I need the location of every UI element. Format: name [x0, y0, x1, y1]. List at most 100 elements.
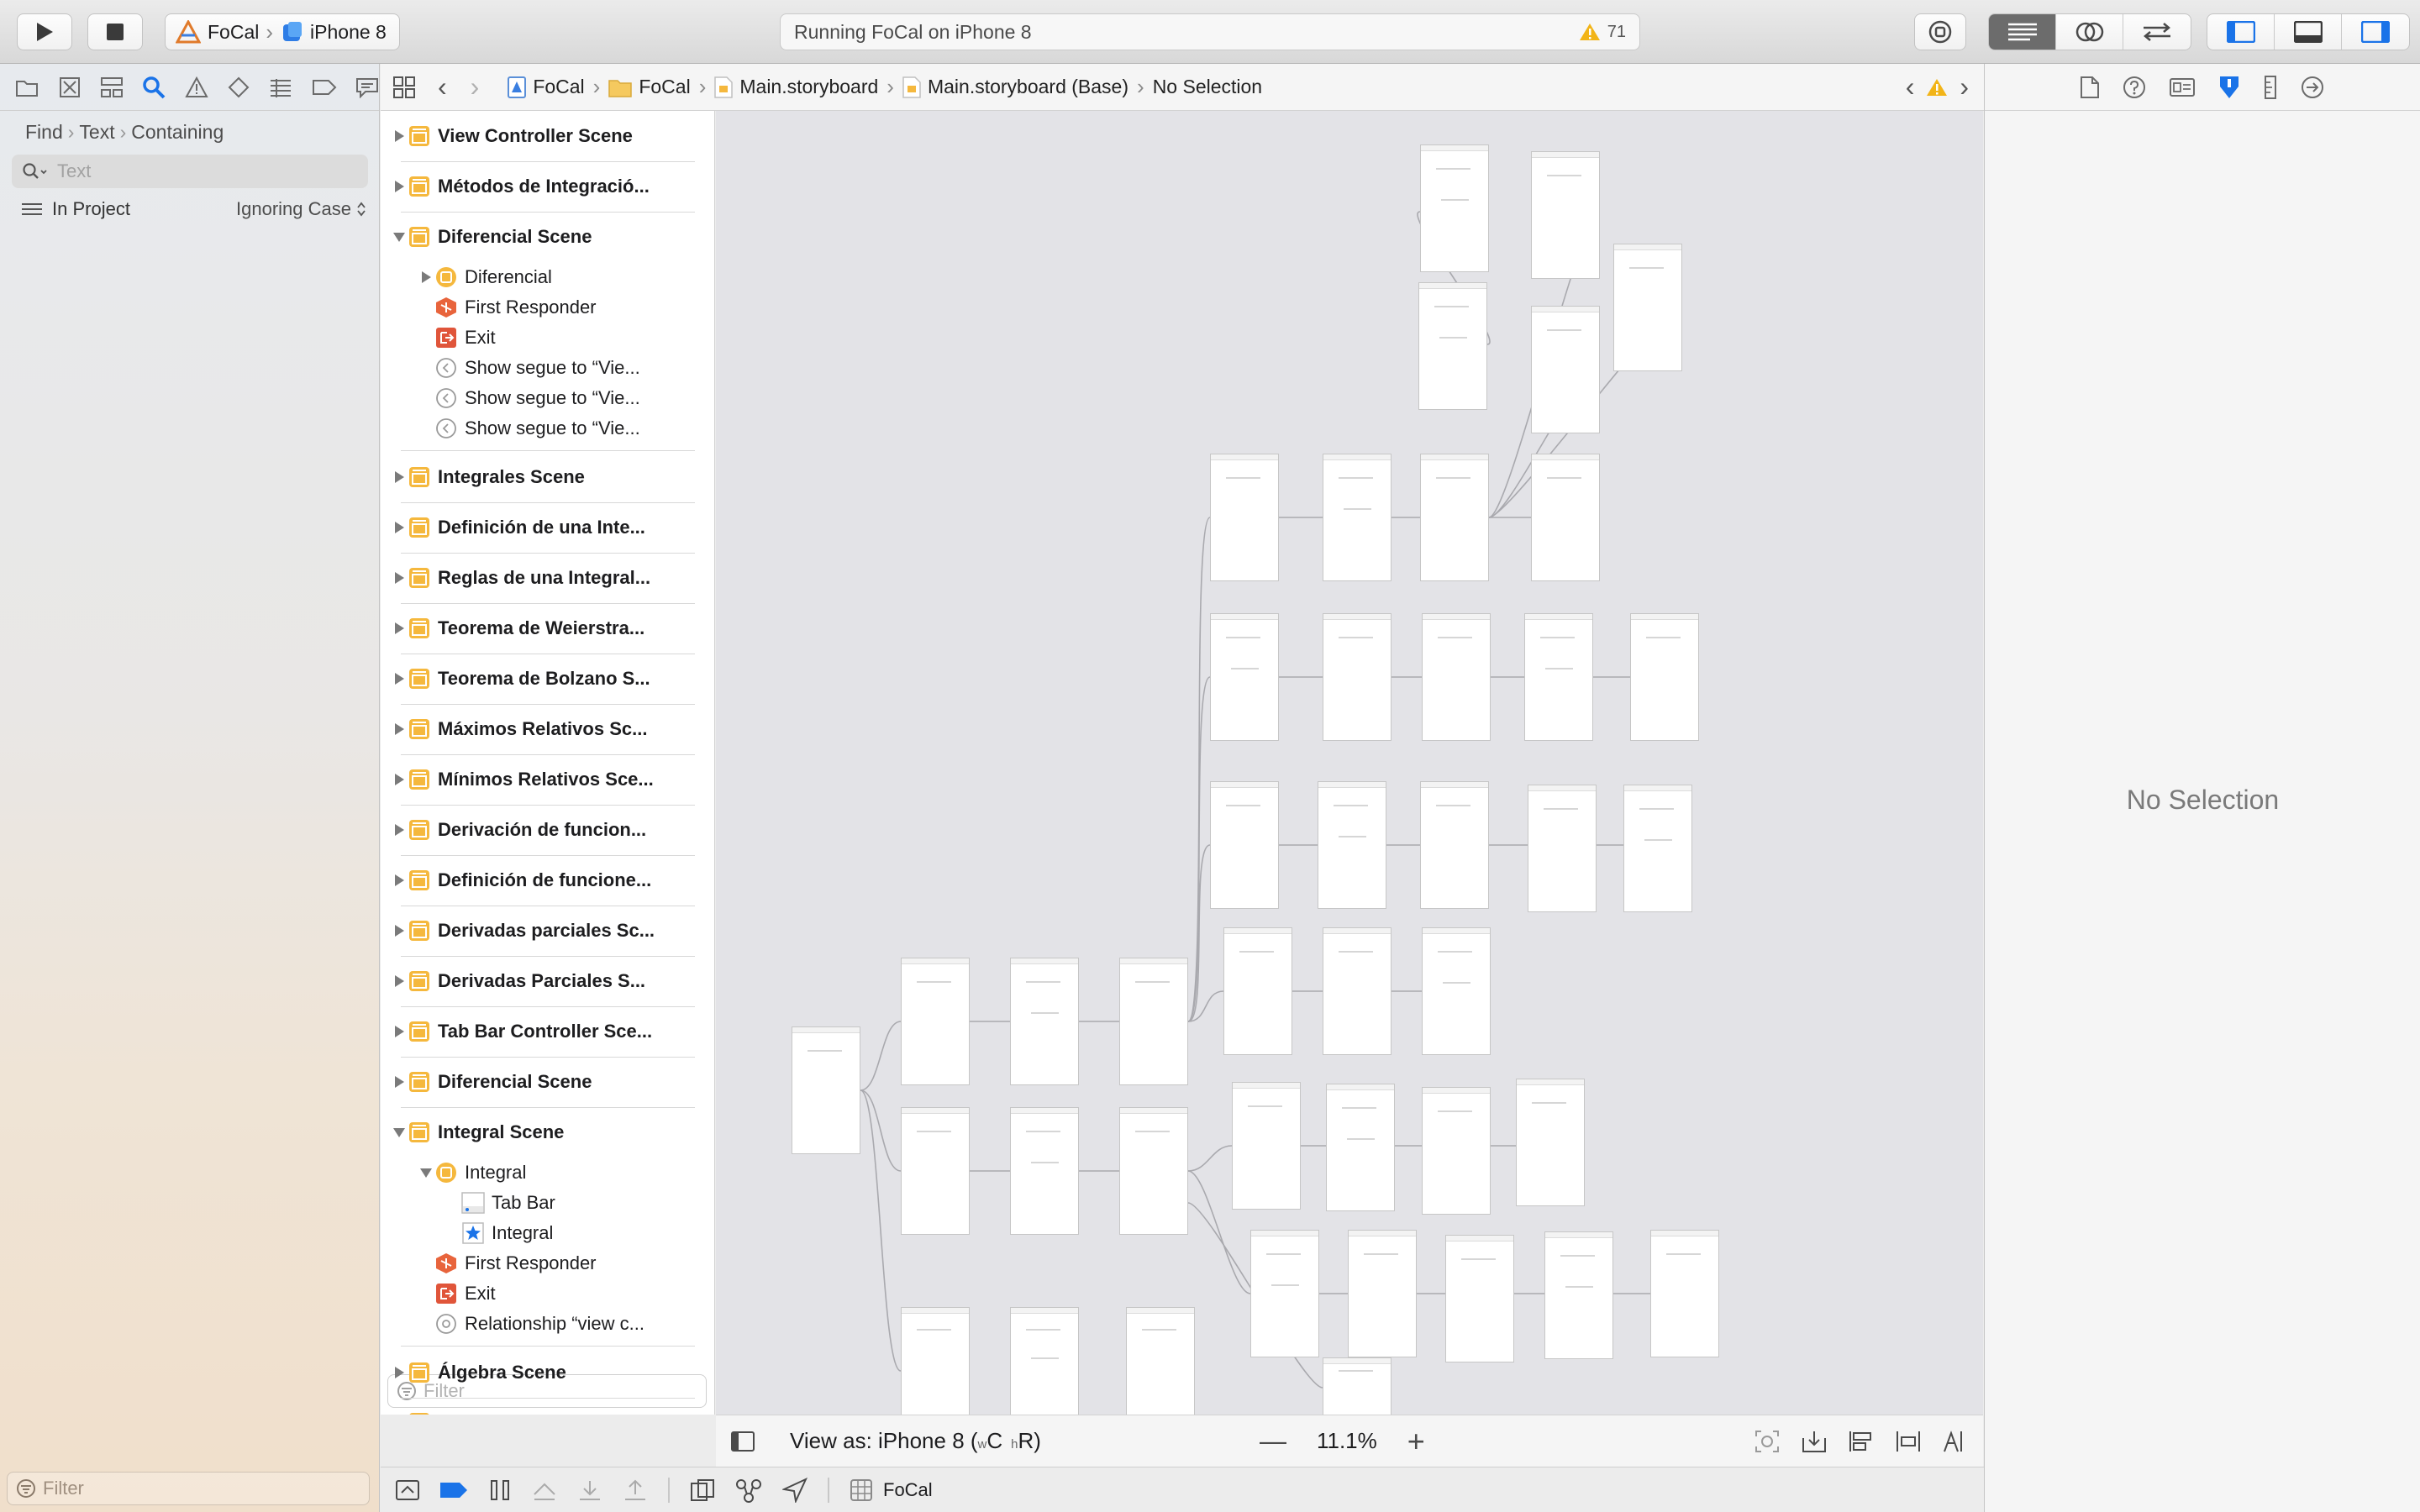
find-mode-path[interactable]: Find › Text › Containing: [25, 121, 224, 144]
disclosure-open-icon[interactable]: [391, 231, 408, 243]
disclosure-closed-icon[interactable]: [391, 924, 408, 937]
disclosure-open-icon[interactable]: [418, 1167, 434, 1179]
storyboard-scene[interactable]: [1630, 613, 1699, 741]
storyboard-scene[interactable]: [1210, 454, 1279, 581]
disclosure-open-icon[interactable]: [391, 1126, 408, 1138]
outline-scene-row[interactable]: Derivación de funcion...: [381, 815, 714, 845]
version-editor-button[interactable]: [2123, 14, 2191, 50]
location-icon[interactable]: [782, 1477, 808, 1503]
storyboard-scene[interactable]: [1318, 781, 1386, 909]
view-debugger-icon[interactable]: [690, 1478, 715, 1502]
disclosure-closed-icon[interactable]: [391, 1025, 408, 1038]
storyboard-scene[interactable]: [1348, 1230, 1417, 1357]
storyboard-scene[interactable]: [1010, 1307, 1079, 1415]
outline-scene-row[interactable]: Máximos Relativos Sc...: [381, 714, 714, 744]
outline-scene-row[interactable]: Definición de funcione...: [381, 865, 714, 895]
storyboard-scene[interactable]: [792, 1026, 860, 1154]
disclosure-closed-icon[interactable]: [391, 823, 408, 837]
breakpoints-toggle-icon[interactable]: [439, 1481, 468, 1499]
outline-scene-row[interactable]: Tab Bar Controller Sce...: [381, 1016, 714, 1047]
outline-scene-row[interactable]: Métodos de Integració...: [381, 171, 714, 202]
outline-scene-row[interactable]: Teorema de Bolzano S...: [381, 664, 714, 694]
disclosure-closed-icon[interactable]: [418, 270, 434, 284]
forward-button[interactable]: ›: [471, 71, 480, 102]
storyboard-scene[interactable]: [1422, 1087, 1491, 1215]
outline-item-row[interactable]: Exit: [381, 1278, 714, 1309]
outline-item-row[interactable]: Integral: [381, 1218, 714, 1248]
help-icon[interactable]: [2123, 76, 2146, 99]
storyboard-scene[interactable]: [1119, 1107, 1188, 1235]
storyboard-scene[interactable]: [1223, 927, 1292, 1055]
outline-item-row[interactable]: Exit: [381, 323, 714, 353]
storyboard-scene[interactable]: [1323, 927, 1392, 1055]
navigator-filter-input[interactable]: [43, 1478, 345, 1499]
zoom-out-button[interactable]: —: [1260, 1425, 1286, 1457]
storyboard-scene[interactable]: [1119, 958, 1188, 1085]
storyboard-scene[interactable]: [1323, 1357, 1392, 1415]
toggle-inspector-button[interactable]: [2342, 14, 2409, 50]
next-issue-button[interactable]: ›: [1960, 71, 1969, 102]
storyboard-scene[interactable]: [1010, 958, 1079, 1085]
source-control-navigator-tab[interactable]: [57, 74, 81, 101]
storyboard-scene[interactable]: [1623, 785, 1692, 912]
storyboard-scene[interactable]: [1445, 1235, 1514, 1362]
storyboard-scene[interactable]: [901, 1307, 970, 1415]
disclosure-closed-icon[interactable]: [391, 974, 408, 988]
outline-scene-row[interactable]: Reglas de una Integral...: [381, 563, 714, 593]
debug-navigator-tab[interactable]: [269, 74, 292, 101]
back-button[interactable]: ‹: [438, 71, 447, 102]
outline-scene-row[interactable]: Definición de una Inte...: [381, 512, 714, 543]
storyboard-scene[interactable]: [1650, 1230, 1719, 1357]
outline-item-row[interactable]: First Responder: [381, 1248, 714, 1278]
library-button[interactable]: [1914, 13, 1966, 50]
disclosure-closed-icon[interactable]: [391, 571, 408, 585]
disclosure-closed-icon[interactable]: [391, 1366, 408, 1379]
identity-inspector-icon[interactable]: [2170, 76, 2195, 98]
pause-icon[interactable]: [488, 1479, 512, 1501]
find-match[interactable]: Containing: [131, 121, 224, 144]
outline-item-row[interactable]: Relationship “view c...: [381, 1309, 714, 1339]
scheme-selector[interactable]: FoCal › iPhone 8: [165, 13, 400, 50]
disclosure-closed-icon[interactable]: [391, 1075, 408, 1089]
find-navigator-tab[interactable]: [142, 74, 166, 101]
storyboard-scene[interactable]: [901, 1107, 970, 1235]
find-kind[interactable]: Text: [79, 121, 114, 144]
navigator-filter-bar[interactable]: [7, 1472, 370, 1505]
outline-scene-row[interactable]: Álgebra Scene: [381, 1357, 714, 1388]
storyboard-scene[interactable]: [1524, 613, 1593, 741]
storyboard-scene[interactable]: [1420, 781, 1489, 909]
outline-item-row[interactable]: Tab Bar: [381, 1188, 714, 1218]
find-field[interactable]: [12, 155, 368, 188]
update-frames-icon[interactable]: [1754, 1430, 1780, 1453]
toggle-outline-icon[interactable]: [731, 1431, 755, 1452]
disclosure-closed-icon[interactable]: [391, 622, 408, 635]
storyboard-scene[interactable]: [1420, 144, 1489, 272]
storyboard-scene[interactable]: [1210, 613, 1279, 741]
project-navigator-tab[interactable]: [15, 74, 39, 101]
jump-group[interactable]: FoCal: [608, 76, 691, 98]
storyboard-scene[interactable]: [1420, 454, 1489, 581]
outline-scene-row[interactable]: Integral Scene: [381, 1117, 714, 1147]
storyboard-scene[interactable]: [1544, 1231, 1613, 1359]
storyboard-scene[interactable]: [1210, 781, 1279, 909]
find-scope[interactable]: In Project: [52, 198, 130, 220]
outline-scene-row[interactable]: Mínimos Relativos Sce...: [381, 764, 714, 795]
disclosure-closed-icon[interactable]: [391, 470, 408, 484]
outline-item-row[interactable]: First Responder: [381, 292, 714, 323]
memory-graph-icon[interactable]: [735, 1478, 762, 1503]
storyboard-scene[interactable]: [1323, 613, 1392, 741]
outline-scene-row[interactable]: Exponenciales Scene: [381, 1408, 714, 1415]
run-button[interactable]: [17, 13, 72, 50]
storyboard-scene[interactable]: [1126, 1307, 1195, 1415]
toggle-navigator-button[interactable]: [2207, 14, 2275, 50]
standard-editor-button[interactable]: [1989, 14, 2056, 50]
file-inspector-icon[interactable]: [2081, 76, 2099, 98]
step-over-icon[interactable]: [532, 1479, 557, 1501]
align-icon[interactable]: [1896, 1430, 1921, 1453]
step-into-icon[interactable]: [577, 1479, 602, 1501]
report-navigator-tab[interactable]: [355, 74, 379, 101]
outline-scene-row[interactable]: Diferencial Scene: [381, 222, 714, 252]
outline-scene-row[interactable]: Derivadas parciales Sc...: [381, 916, 714, 946]
disclosure-closed-icon[interactable]: [391, 129, 408, 143]
storyboard-scene[interactable]: [1422, 927, 1491, 1055]
